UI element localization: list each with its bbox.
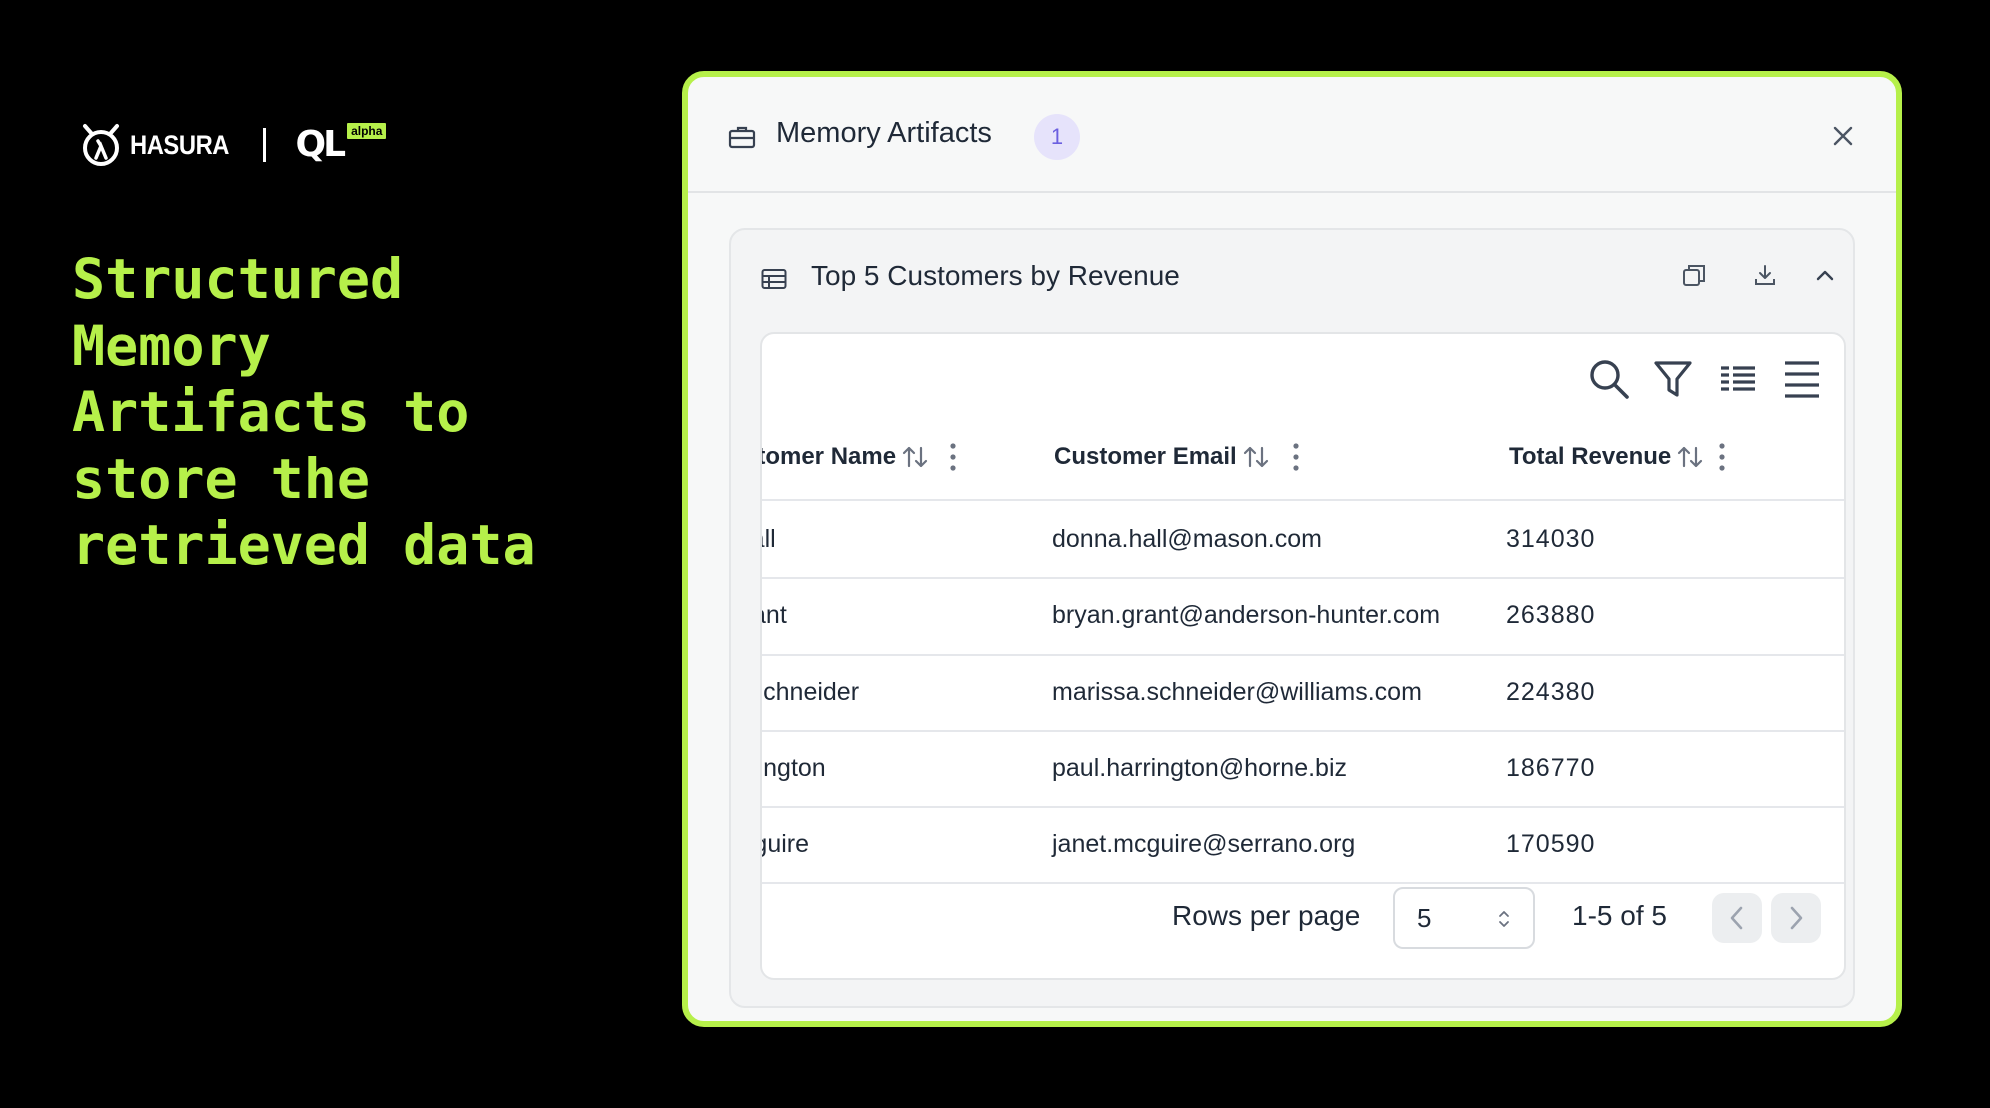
search-icon [1590,360,1629,399]
table-row[interactable]: Marissa Schneider marissa.schneider@will… [762,654,1844,730]
table-row[interactable]: Janet Mcguire janet.mcguire@serrano.org … [762,806,1844,882]
alpha-badge: alpha [347,123,387,139]
rows-per-page-label: Rows per page [1172,900,1361,931]
columns-button[interactable] [1715,356,1761,402]
brand-logo-group: HASURA QL alpha [80,122,387,168]
column-menu-icon[interactable] [950,443,956,471]
copy-icon [1683,265,1705,286]
column-header-total-revenue: Total Revenue [1509,434,1725,480]
product-logo: QL [295,124,347,165]
chevron-up-icon [1816,270,1834,281]
column-menu-icon[interactable] [1293,443,1299,471]
cell-customer-name: Marissa Schneider [762,678,860,706]
cell-customer-name: Donna Hall [762,525,776,553]
data-table: Customer Name Customer Email Total Reven [760,332,1846,980]
chevron-left-icon [1730,906,1743,930]
density-button[interactable] [1779,356,1825,402]
hasura-logo-icon [83,124,119,166]
search-button[interactable] [1586,356,1632,402]
collapse-button[interactable] [1810,260,1840,290]
next-page-button[interactable] [1771,893,1821,943]
cell-customer-name: Paul Harrington [762,754,826,782]
artifact-count-badge: 1 [1034,114,1080,160]
brand-name: HASURA [130,129,230,160]
table-row[interactable]: Bryan Grant bryan.grant@anderson-hunter.… [762,577,1844,653]
sort-icon[interactable] [902,445,928,469]
cell-customer-name: Bryan Grant [762,601,787,629]
memory-artifacts-panel: Memory Artifacts 1 Top 5 Customers by Re… [682,71,1902,1027]
headline: Structured Memory Artifacts to store the… [72,247,536,577]
column-header-label: Customer Name [762,443,897,470]
cell-customer-email: janet.mcguire@serrano.org [1052,830,1356,858]
cell-total-revenue: 186770 [1506,754,1596,782]
cell-total-revenue: 224380 [1506,678,1596,706]
cell-customer-email: donna.hall@mason.com [1052,525,1322,553]
column-header-customer-email: Customer Email [1054,434,1299,480]
previous-page-button[interactable] [1712,893,1762,943]
download-button[interactable] [1750,260,1780,290]
cell-total-revenue: 263880 [1506,601,1596,629]
artifact-card: Top 5 Customers by Revenue omer Name Cus… [729,228,1855,1008]
filter-button[interactable] [1650,356,1696,402]
sort-icon[interactable] [1243,445,1269,469]
pagination-range: 1-5 of 5 [1572,900,1667,931]
panel-title: Memory Artifacts [776,117,992,149]
row-divider [762,882,1844,884]
column-header-label: Customer Email [1054,443,1237,470]
briefcase-icon [728,126,756,149]
artifact-title: Top 5 Customers by Revenue [811,260,1180,291]
density-icon [1785,361,1819,398]
table-row[interactable]: Donna Hall donna.hall@mason.com 314030 [762,501,1844,577]
column-header-label: Total Revenue [1509,443,1672,470]
chevron-right-icon [1790,906,1803,930]
download-icon [1755,265,1775,285]
cell-total-revenue: 314030 [1506,525,1596,553]
sort-icon[interactable] [1677,445,1703,469]
select-updown-icon [1499,911,1509,927]
filter-icon [1654,361,1692,397]
column-menu-icon[interactable] [1719,443,1725,471]
cell-customer-email: paul.harrington@horne.biz [1052,754,1348,782]
column-header-customer-name: Customer Name [762,434,956,480]
rows-per-page-value: 5 [1417,903,1432,933]
table-row[interactable]: Paul Harrington paul.harrington@horne.bi… [762,730,1844,806]
cell-customer-email: bryan.grant@anderson-hunter.com [1052,601,1441,629]
cell-customer-email: marissa.schneider@williams.com [1052,678,1422,706]
cell-total-revenue: 170590 [1506,830,1596,858]
copy-button[interactable] [1679,260,1709,290]
cell-customer-name: Janet Mcguire [762,830,810,858]
rows-per-page-select[interactable]: 5 [1393,887,1535,949]
table-icon [761,269,787,289]
columns-icon [1721,366,1755,391]
brand-divider [262,128,266,162]
close-icon[interactable] [1832,125,1854,147]
panel-header: Memory Artifacts 1 [688,77,1896,193]
